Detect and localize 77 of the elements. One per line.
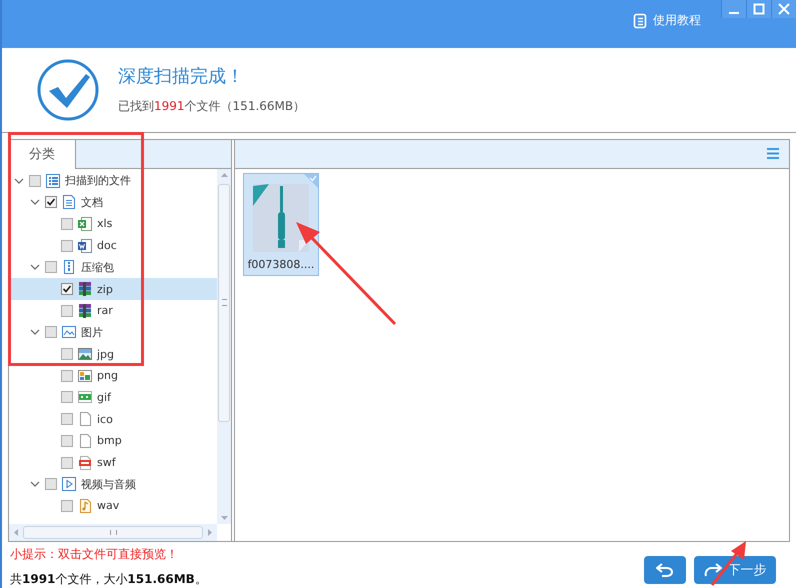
play-icon xyxy=(61,476,77,492)
back-button[interactable] xyxy=(644,556,686,584)
tree-item[interactable]: doc xyxy=(9,234,217,256)
tree-item[interactable]: png xyxy=(9,364,217,387)
blank-file-icon xyxy=(77,411,93,428)
flash-file-icon xyxy=(77,454,93,471)
minimize-button[interactable] xyxy=(721,0,746,18)
scan-complete-title: 深度扫描完成！ xyxy=(118,65,245,88)
tip-text: 小提示：双击文件可直接预览！ xyxy=(10,546,179,563)
scroll-up-icon xyxy=(220,172,228,178)
maximize-icon xyxy=(753,3,765,15)
checkbox[interactable] xyxy=(45,326,57,338)
tree-item[interactable]: swf xyxy=(9,452,217,474)
list-icon xyxy=(45,172,61,189)
undo-icon xyxy=(656,563,674,577)
tree-item[interactable]: 文档 xyxy=(9,191,217,214)
tree-item[interactable]: 图片 xyxy=(9,322,217,344)
tree-item[interactable]: zip xyxy=(9,278,217,300)
checkmark-icon xyxy=(36,58,100,122)
category-tab[interactable]: 分类 xyxy=(9,140,76,169)
stacked-books-icon xyxy=(77,302,93,319)
landscape-file-icon xyxy=(77,346,93,362)
blank-file-icon xyxy=(77,432,93,449)
checkbox[interactable] xyxy=(45,478,57,490)
scroll-left-icon xyxy=(13,528,19,537)
close-icon xyxy=(778,3,790,15)
image-icon xyxy=(61,324,77,340)
annotation-arrow xyxy=(710,541,746,586)
checkbox[interactable] xyxy=(29,174,41,187)
music-file-icon xyxy=(77,498,93,514)
close-button[interactable] xyxy=(771,0,796,18)
checkbox[interactable] xyxy=(45,196,57,208)
tree-item[interactable]: 扫描到的文件 xyxy=(9,170,217,192)
scrollbar-thumb[interactable] xyxy=(23,526,203,539)
document-icon xyxy=(61,194,77,210)
tree-item[interactable]: 视频与音频 xyxy=(9,473,217,496)
checkbox[interactable] xyxy=(61,434,73,447)
file-name: f0073808.... xyxy=(248,258,314,271)
stacked-books-icon xyxy=(77,281,93,298)
next-button[interactable]: 下一步 xyxy=(694,556,776,584)
scrollbar-thumb[interactable] xyxy=(218,184,230,422)
picture-file-icon xyxy=(77,368,93,384)
tree-item[interactable]: wav xyxy=(9,495,217,517)
horizontal-scrollbar[interactable] xyxy=(9,524,217,541)
scroll-right-icon xyxy=(207,528,213,537)
maximize-button[interactable] xyxy=(746,0,771,18)
checkbox[interactable] xyxy=(61,304,73,317)
word-document-icon xyxy=(77,238,93,254)
menu-button[interactable] xyxy=(765,146,781,162)
checkbox[interactable] xyxy=(61,456,73,469)
total-summary: 共1991个文件，大小151.66MB。 xyxy=(10,571,207,588)
redo-icon xyxy=(704,563,722,577)
spreadsheet-icon xyxy=(77,216,93,232)
tree-item[interactable]: ico xyxy=(9,408,217,430)
checkbox[interactable] xyxy=(61,391,73,404)
vertical-scrollbar[interactable] xyxy=(217,168,231,524)
checkbox[interactable] xyxy=(61,348,73,360)
scan-summary: 已找到1991个文件（151.66MB） xyxy=(118,98,306,116)
minimize-icon xyxy=(728,12,740,14)
file-tile[interactable]: f0073808.... xyxy=(243,172,319,276)
checkbox[interactable] xyxy=(61,240,73,252)
zipper-file-icon xyxy=(61,259,77,276)
tree-item[interactable]: gif xyxy=(9,386,217,408)
tree-item[interactable]: jpg xyxy=(9,343,217,365)
checkbox[interactable] xyxy=(61,500,73,512)
tree-item[interactable]: rar xyxy=(9,300,217,322)
checkbox[interactable] xyxy=(45,261,57,274)
checkbox[interactable] xyxy=(61,370,73,382)
checkbox[interactable] xyxy=(61,283,73,296)
tree-item[interactable]: 压缩包 xyxy=(9,256,217,278)
tree-item[interactable]: bmp xyxy=(9,430,217,452)
film-file-icon xyxy=(77,389,93,406)
tree-item[interactable]: xls xyxy=(9,213,217,235)
checkbox[interactable] xyxy=(61,413,73,426)
book-icon xyxy=(633,12,647,28)
scroll-down-icon xyxy=(220,515,228,521)
checkbox[interactable] xyxy=(61,218,73,230)
